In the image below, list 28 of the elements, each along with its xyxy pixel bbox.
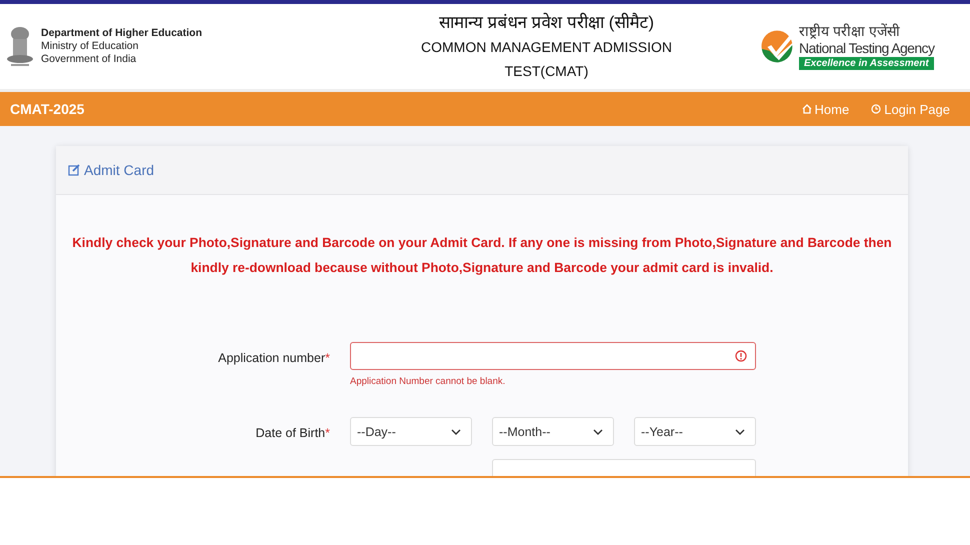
date-dropdown[interactable]: --Year--	[634, 417, 756, 446]
card-title: Admit Card	[84, 162, 154, 178]
emblem-icon	[5, 24, 35, 68]
date-dropdown[interactable]: --Month--	[492, 417, 614, 446]
exam-title: COMMON MANAGEMENT ADMISSION	[421, 38, 672, 56]
clock-icon	[871, 104, 882, 114]
error-message: Application Number cannot be blank.	[350, 376, 506, 387]
agency-tagline: Excellence in Assessment	[798, 57, 934, 70]
agency-name: National Testing Agency	[798, 39, 934, 57]
government-name: Government of India	[41, 53, 138, 66]
notice-text: Kindly check your Photo,Signature and Barcode on your Admit Card. If any one is missing from Photo,Signature and Barcode then kindly re-download because without Photo,Signature and Barcode your admit card is invalid.	[71, 234, 893, 277]
chevron-down-icon	[451, 428, 461, 434]
chevron-down-icon	[593, 428, 603, 434]
chevron-down-icon	[735, 428, 745, 434]
error-icon	[735, 350, 747, 362]
site-brand: CMAT-2025	[10, 101, 84, 117]
agency-name-hindi: राष्ट्रीय परीक्षा एजेंसी	[798, 23, 900, 39]
exam-title-hindi: सामान्य प्रबंधन प्रवेश परीक्षा (सीमैट)	[438, 12, 654, 34]
edit-icon	[68, 164, 80, 176]
department-name: Department of Higher Education	[41, 27, 202, 40]
field-label: Application number*	[217, 350, 330, 367]
exam-title: TEST(CMAT)	[504, 62, 588, 81]
home-icon	[802, 104, 812, 114]
field-label: Date of Birth*	[254, 425, 330, 442]
application-number-field[interactable]	[350, 342, 756, 370]
date-dropdown[interactable]: --Day--	[350, 417, 472, 446]
text-field[interactable]	[492, 459, 756, 476]
ministry-name: Ministry of Education	[41, 40, 140, 53]
